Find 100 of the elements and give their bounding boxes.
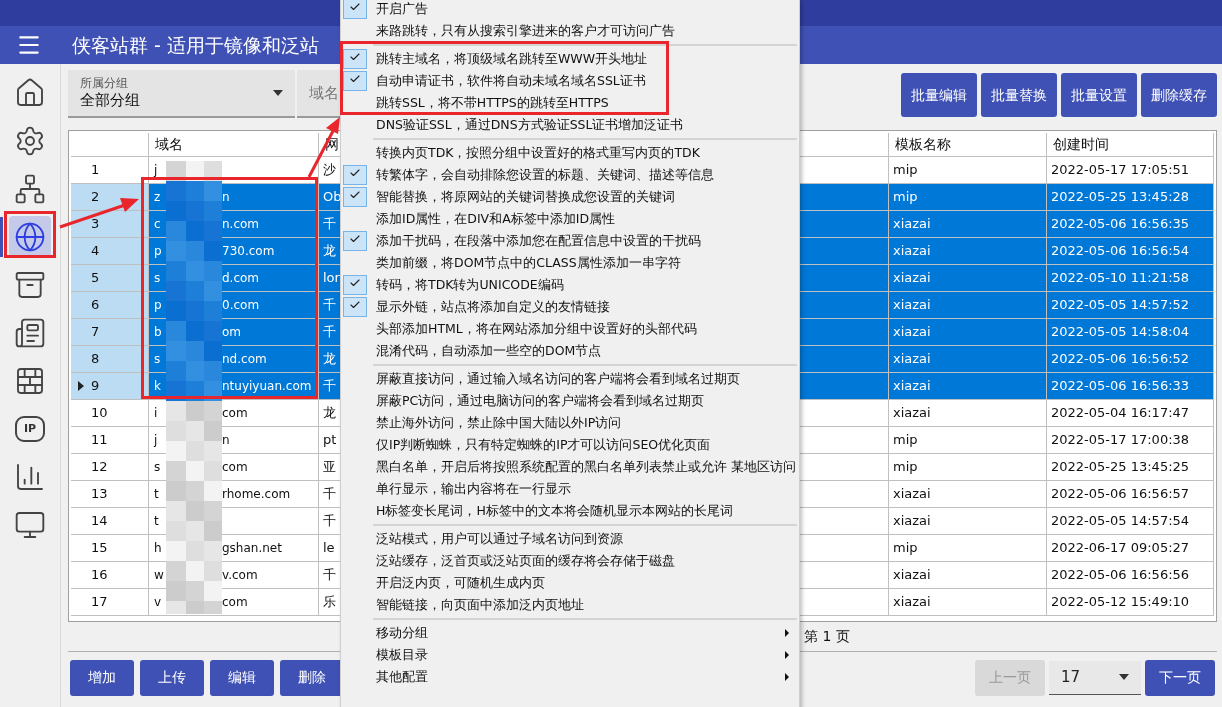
row-number: 7 xyxy=(91,323,100,342)
brick-wall-icon xyxy=(14,365,46,397)
page-size-select[interactable]: 17 xyxy=(1049,660,1141,695)
table-cell-text: 2022-05-05 14:57:54 xyxy=(1051,512,1190,531)
domain-fragment: n xyxy=(222,189,230,206)
table-cell-text: 2022-05-06 16:56:57 xyxy=(1051,485,1190,504)
menu-item[interactable]: 模板目录 xyxy=(341,644,799,666)
menu-item[interactable]: 转繁体字，会自动排除您设置的标题、关键词、描述等信息 xyxy=(341,164,714,186)
menu-item[interactable]: 智能链接，向页面中添加泛内页地址 xyxy=(341,594,584,616)
table-cell-text: 千 xyxy=(323,296,336,315)
table-cell-text: 千 xyxy=(323,566,336,585)
table-cell-text: xiazai xyxy=(893,377,931,396)
batch-button[interactable]: 批量替换 xyxy=(981,73,1057,117)
menu-item[interactable]: 泛站缓存，泛首页或泛站页面的缓存将会存储于磁盘 xyxy=(341,550,675,572)
action-button[interactable]: 编辑 xyxy=(210,659,274,696)
submenu-arrow-icon xyxy=(785,629,789,637)
sidebar-item[interactable]: IP xyxy=(9,408,51,450)
menu-item[interactable]: 其他配置 xyxy=(341,666,799,688)
table-cell-text: 2022-05-05 14:57:52 xyxy=(1051,296,1190,315)
table-cell-text: mip xyxy=(893,539,918,558)
domain-fragment: n.com xyxy=(222,216,260,233)
batch-button[interactable]: 批量设置 xyxy=(1061,73,1137,117)
table-cell-text: 2022-05-06 16:56:33 xyxy=(1051,377,1190,396)
domain-fragment: j xyxy=(154,432,159,449)
table-cell-text: 2022-06-17 09:05:27 xyxy=(1051,539,1190,558)
domain-fragment: om xyxy=(222,324,242,341)
row-number: 12 xyxy=(91,458,108,477)
next-page-button[interactable]: 下一页 xyxy=(1145,659,1215,696)
table-cell-text: 千 xyxy=(323,323,336,342)
table-cell-text: 千 xyxy=(323,512,336,531)
table-cell-text: 乐 xyxy=(323,593,336,612)
domain-fragment: z xyxy=(154,189,162,206)
menu-item[interactable]: 添加ID属性，在DIV和A标签中添加ID属性 xyxy=(341,208,616,230)
group-dropdown[interactable]: 所属分组 全部分组 xyxy=(68,70,295,118)
domain-fragment: w xyxy=(154,567,165,584)
dropdown-label: 所属分组 xyxy=(80,76,129,92)
table-cell-text: 2022-05-10 11:21:58 xyxy=(1051,269,1190,288)
menu-item[interactable]: 来路跳转，只有从搜索引擎进来的客户才可访问广告 xyxy=(341,20,675,42)
network-icon xyxy=(14,173,46,205)
menu-item[interactable]: 头部添加HTML，将在网站添加分组中设置好的头部代码 xyxy=(341,318,697,340)
cabinet-icon xyxy=(14,269,46,301)
domain-fragment: d.com xyxy=(222,270,260,287)
menu-item[interactable]: 移动分组 xyxy=(341,622,799,644)
row-number: 3 xyxy=(91,215,100,234)
table-cell-text: xiazai xyxy=(893,566,931,585)
action-button[interactable]: 上传 xyxy=(140,659,204,696)
table-cell-text: mip xyxy=(893,431,918,450)
menu-item[interactable]: 泛站模式，用户可以通过子域名访问到资源 xyxy=(341,528,623,550)
row-number: 8 xyxy=(91,350,100,369)
table-cell-text: 2022-05-12 15:49:10 xyxy=(1051,593,1190,612)
batch-button[interactable]: 删除缓存 xyxy=(1141,73,1217,117)
row-number: 13 xyxy=(91,485,108,504)
domain-fragment: v xyxy=(154,594,163,611)
domain-fragment: h xyxy=(154,540,163,557)
table-cell-text: xiazai xyxy=(893,269,931,288)
table-cell-text: lor xyxy=(323,269,340,288)
chart-icon xyxy=(14,461,46,493)
domain-fragment: n xyxy=(222,432,230,449)
domain-fragment: com xyxy=(222,459,248,476)
table-cell-text: 2022-05-06 16:56:52 xyxy=(1051,350,1190,369)
menu-item[interactable]: 智能替换，将原网站的关键词替换成您设置的关键词 xyxy=(341,186,675,208)
menu-item[interactable]: 跳转主域名，将顶级域名跳转至WWW开头地址 xyxy=(341,48,648,70)
sidebar-item[interactable] xyxy=(9,216,51,258)
menu-item[interactable]: 类加前缀，将DOM节点中的CLASS属性添加一串字符 xyxy=(341,252,681,274)
table-cell-text: 千 xyxy=(323,215,336,234)
ip-icon: IP xyxy=(15,416,45,442)
menu-item[interactable]: 开启泛内页，可随机生成内页 xyxy=(341,572,545,594)
menu-item[interactable]: 单行显示，输出内容将在一行显示 xyxy=(341,478,571,500)
table-cell-text: 龙 xyxy=(323,350,336,369)
menu-item[interactable]: 显示外链，站点将添加自定义的友情链接 xyxy=(341,296,610,318)
table-cell-text: xiazai xyxy=(893,323,931,342)
action-button[interactable]: 增加 xyxy=(70,659,134,696)
domain-fragment: v.com xyxy=(222,567,258,584)
table-cell-text: xiazai xyxy=(893,242,931,261)
dropdown-value: 全部分组 xyxy=(80,91,140,110)
check-icon xyxy=(349,1,361,13)
table-cell-text: 亚 xyxy=(323,458,336,477)
menu-item[interactable]: 添加干扰码，在段落中添加您在配置信息中设置的干扰码 xyxy=(341,230,701,252)
row-number: 4 xyxy=(91,242,100,261)
menu-item[interactable]: 转换内页TDK，按照分组中设置好的格式重写内页的TDK xyxy=(341,142,700,164)
menu-item[interactable]: 屏蔽直接访问，通过输入域名访问的客户端将会看到域名过期页 xyxy=(341,368,740,390)
menu-item[interactable]: 屏蔽PC访问，通过电脑访问的客户端将会看到域名过期页 xyxy=(341,390,705,412)
table-cell-text: mip xyxy=(893,161,918,180)
menu-item[interactable]: 开启广告 xyxy=(341,0,428,20)
table-cell-text: xiazai xyxy=(893,215,931,234)
menu-item[interactable]: 黑白名单，开启后将按照系统配置的黑白名单列表禁止或允许 某地区访问 xyxy=(341,456,796,478)
domain-fragment: b xyxy=(154,324,163,341)
table-cell-text: 2022-05-06 16:56:54 xyxy=(1051,242,1190,261)
batch-button[interactable]: 批量编辑 xyxy=(901,73,977,117)
domain-fragment: rhome.com xyxy=(222,486,291,503)
monitor-icon xyxy=(14,509,46,541)
domain-fragment: c xyxy=(154,216,162,233)
table-cell-text: xiazai xyxy=(893,512,931,531)
table-cell-text: le xyxy=(323,539,335,558)
domain-fragment: com xyxy=(222,594,248,611)
menu-item[interactable]: 转码，将TDK转为UNICODE编码 xyxy=(341,274,564,296)
menu-item[interactable]: 仅IP判断蜘蛛，只有特定蜘蛛的IP才可以访问SEO优化页面 xyxy=(341,434,711,456)
menu-item[interactable]: H标签变长尾词，H标签中的文本将会随机显示本网站的长尾词 xyxy=(341,500,733,522)
submenu-arrow-icon xyxy=(785,673,789,681)
table-cell-text: mip xyxy=(893,188,918,207)
